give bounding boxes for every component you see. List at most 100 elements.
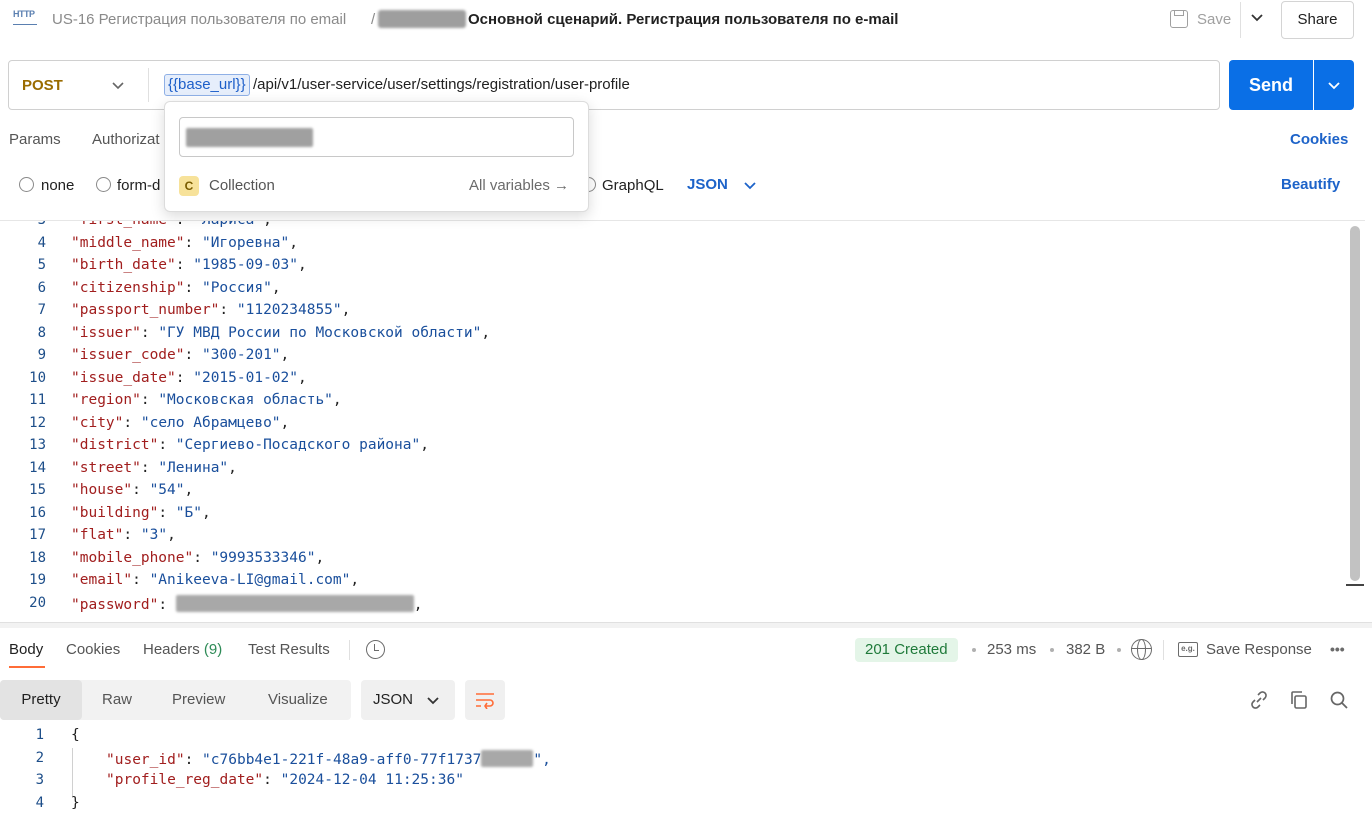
beautify-button[interactable]: Beautify [1281, 176, 1340, 193]
request-body-editor[interactable]: 3 "first_name": "Лариса", 4 "middle_name": … [0, 221, 1365, 621]
variable-scope-label: Collection [209, 177, 275, 194]
globe-icon[interactable] [1131, 639, 1152, 660]
tab-response-headers[interactable]: Headers (9) [143, 641, 222, 658]
json-key: "issue_date" [71, 369, 176, 386]
redacted-variable-value [186, 128, 313, 147]
json-value: "9993533346" [210, 549, 316, 566]
json-key: "building" [71, 504, 159, 521]
json-value: "300-201" [201, 347, 281, 363]
json-line: "city": "село Абрамцево", [71, 414, 290, 431]
response-size[interactable]: 382 B [1066, 641, 1105, 658]
save-icon[interactable] [1170, 10, 1188, 28]
send-button[interactable]: Send [1229, 60, 1313, 110]
separator-dot [972, 648, 976, 652]
url-input[interactable]: /api/v1/user-service/user/settings/regis… [253, 76, 630, 93]
method-select[interactable]: POST [22, 77, 63, 94]
scroll-marker [1346, 584, 1364, 586]
json-value: "3" [140, 527, 168, 543]
radio-none[interactable] [19, 177, 34, 192]
pane-resize-handle[interactable] [0, 622, 1372, 628]
json-value: "54" [149, 482, 185, 498]
json-line-reg-date: "profile_reg_date": "2024-12-04 11:25:36… [106, 772, 464, 788]
example-icon: e.g. [1178, 642, 1198, 657]
json-key: "issuer_code" [71, 347, 185, 363]
response-time[interactable]: 253 ms [987, 641, 1036, 658]
json-value: "2024-12-04 11:25:36" [280, 772, 464, 788]
view-pretty-button[interactable]: Pretty [0, 680, 82, 720]
json-value-tail: ", [533, 752, 551, 768]
json-value: "Лариса" [193, 221, 263, 228]
radio-form-data[interactable] [96, 177, 111, 192]
line-number: 5 [37, 257, 46, 273]
status-badge[interactable]: 201 Created [855, 638, 958, 662]
json-key: "user_id" [106, 752, 185, 768]
json-line: "mobile_phone": "9993533346", [71, 549, 325, 566]
tab-authorization[interactable]: Authorizat [92, 131, 160, 148]
line-number: 10 [29, 369, 46, 386]
save-response-button[interactable]: Save Response [1206, 641, 1312, 658]
line-number: 16 [29, 504, 46, 521]
json-key: "email" [71, 572, 133, 588]
request-name-breadcrumb[interactable]: US-16 Регистрация пользователя по email [52, 11, 346, 28]
separator-dot [1050, 648, 1054, 652]
json-line: "middle_name": "Игоревна", [71, 234, 299, 251]
line-number: 4 [37, 234, 46, 251]
line-number: 3 [0, 221, 46, 228]
chevron-down-icon[interactable] [1249, 9, 1265, 25]
body-format-select[interactable]: JSON [687, 176, 728, 193]
cookies-link[interactable]: Cookies [1290, 131, 1348, 148]
radio-form-data-label: form-d [117, 177, 161, 194]
json-line: "region": "Московская область", [71, 392, 342, 408]
tab-params[interactable]: Params [9, 131, 61, 148]
separator-dot [1117, 648, 1121, 652]
wrap-lines-icon [476, 693, 494, 709]
redacted-text [175, 594, 414, 612]
tab-response-body[interactable]: Body [9, 641, 43, 658]
divider [1163, 640, 1164, 660]
wrap-lines-button[interactable] [465, 680, 505, 720]
json-line: "issuer_code": "300-201", [71, 347, 290, 363]
all-variables-link[interactable]: All variables → [469, 177, 569, 194]
chevron-down-icon[interactable] [110, 77, 126, 93]
copy-icon[interactable] [1289, 690, 1309, 710]
view-raw-button[interactable]: Raw [102, 691, 132, 708]
base-url-variable[interactable]: {{base_url}} [164, 74, 250, 96]
more-options-icon[interactable]: ••• [1330, 641, 1345, 657]
line-number: 15 [29, 482, 46, 498]
tab-response-cookies[interactable]: Cookies [66, 641, 120, 658]
link-icon[interactable] [1249, 690, 1269, 710]
editor-scrollbar[interactable] [1350, 226, 1360, 581]
json-value: "Игоревна" [201, 234, 290, 251]
history-icon[interactable] [366, 640, 385, 659]
send-options-button[interactable] [1314, 60, 1354, 110]
json-value: "c76bb4e1-221f-48a9-aff0-77f1737 [202, 752, 482, 768]
tab-test-results[interactable]: Test Results [248, 641, 330, 658]
json-value: "Б" [175, 504, 202, 521]
view-visualize-button[interactable]: Visualize [268, 691, 328, 708]
line-number: 20 [29, 594, 46, 611]
json-key: "password" [71, 596, 159, 613]
save-button[interactable]: Save [1197, 11, 1231, 28]
json-line: "issuer": "ГУ МВД России по Московской о… [71, 324, 491, 341]
http-request-icon: HTTP [13, 9, 37, 31]
json-key: "middle_name" [71, 234, 185, 251]
json-key: "birth_date" [71, 257, 176, 273]
json-key: "mobile_phone" [71, 549, 194, 566]
line-number: 11 [29, 392, 46, 408]
json-value: "1985-09-03" [193, 257, 298, 273]
search-icon[interactable] [1329, 690, 1349, 710]
share-button[interactable]: Share [1281, 1, 1354, 39]
json-key: "citizenship" [71, 279, 185, 296]
divider [349, 640, 350, 660]
json-value: "Россия" [201, 279, 272, 296]
json-line: "citizenship": "Россия", [71, 279, 281, 296]
chevron-down-icon[interactable] [742, 177, 758, 193]
json-value: "Anikeeva-LI@gmail.com" [149, 572, 351, 588]
json-line: "passport_number": "1120234855", [71, 302, 351, 318]
json-key: "street" [71, 459, 141, 476]
json-key: "region" [71, 392, 141, 408]
view-preview-button[interactable]: Preview [172, 691, 225, 708]
line-number: 8 [37, 324, 46, 341]
json-key: "house" [71, 482, 133, 498]
page-title[interactable]: Основной сценарий. Регистрация пользоват… [468, 11, 898, 28]
